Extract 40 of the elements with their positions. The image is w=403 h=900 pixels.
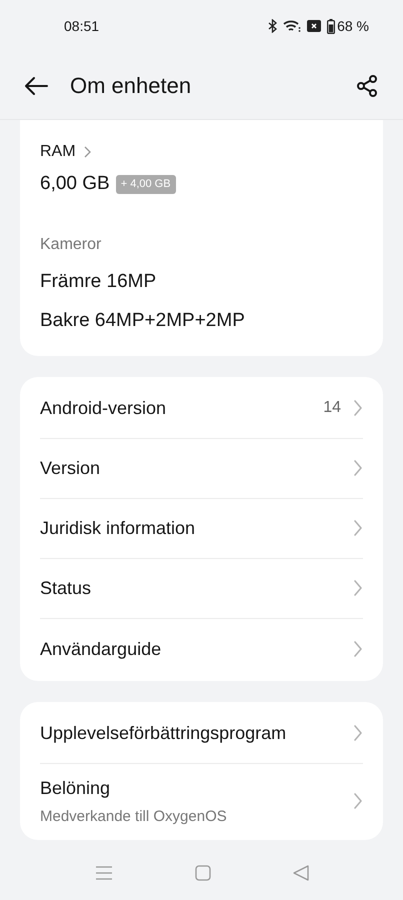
- settings-item[interactable]: Version: [40, 438, 363, 498]
- settings-item[interactable]: Status: [40, 558, 363, 618]
- item-label: Android-version: [40, 397, 168, 420]
- page-title: Om enheten: [70, 72, 192, 100]
- settings-item[interactable]: Belöning Medverkande till OxygenOS: [40, 764, 363, 838]
- settings-item[interactable]: Upplevelseförbättringsprogram: [40, 704, 363, 764]
- chevron-right-icon: [353, 579, 363, 597]
- chevron-right-icon: [84, 146, 91, 158]
- item-label: Juridisk information: [40, 517, 196, 540]
- chevron-right-icon: [353, 792, 363, 810]
- item-label: Status: [40, 577, 92, 600]
- home-button[interactable]: [194, 864, 210, 880]
- bluetooth-icon: [268, 19, 278, 33]
- chevron-right-icon: [353, 399, 363, 417]
- ram-value: 6,00 GB: [40, 172, 110, 196]
- back-nav-button[interactable]: [292, 864, 308, 880]
- item-label: Användarguide: [40, 638, 162, 661]
- item-value: 14: [323, 398, 341, 418]
- wifi-icon: [283, 20, 302, 32]
- cameras-label: Kameror: [40, 234, 102, 254]
- status-time: 08:51: [64, 16, 100, 36]
- camera-spec: Främre 16MP: [40, 270, 158, 294]
- ram-label: RAM: [40, 142, 76, 162]
- item-label: Version: [40, 457, 102, 480]
- camera-spec: Bakre 64MP+2MP+2MP: [40, 309, 246, 333]
- battery-percentage: 68 %: [337, 16, 369, 36]
- item-label: Belöning: [40, 776, 112, 800]
- item-subtitle: Medverkande till OxygenOS: [40, 806, 228, 826]
- sim-off-icon: [307, 20, 322, 32]
- settings-item[interactable]: Användarguide: [40, 618, 363, 678]
- settings-item[interactable]: Android-version 14: [40, 378, 363, 438]
- chevron-right-icon: [353, 640, 363, 658]
- battery-icon: [327, 18, 336, 34]
- item-label: Upplevelseförbättringsprogram: [40, 722, 288, 745]
- menu-button[interactable]: [94, 864, 112, 880]
- settings-item[interactable]: Juridisk information: [40, 498, 363, 558]
- chevron-right-icon: [353, 519, 363, 537]
- chevron-right-icon: [353, 724, 363, 742]
- chevron-right-icon: [353, 459, 363, 477]
- ram-extra-badge: + 4,00 GB: [116, 175, 176, 194]
